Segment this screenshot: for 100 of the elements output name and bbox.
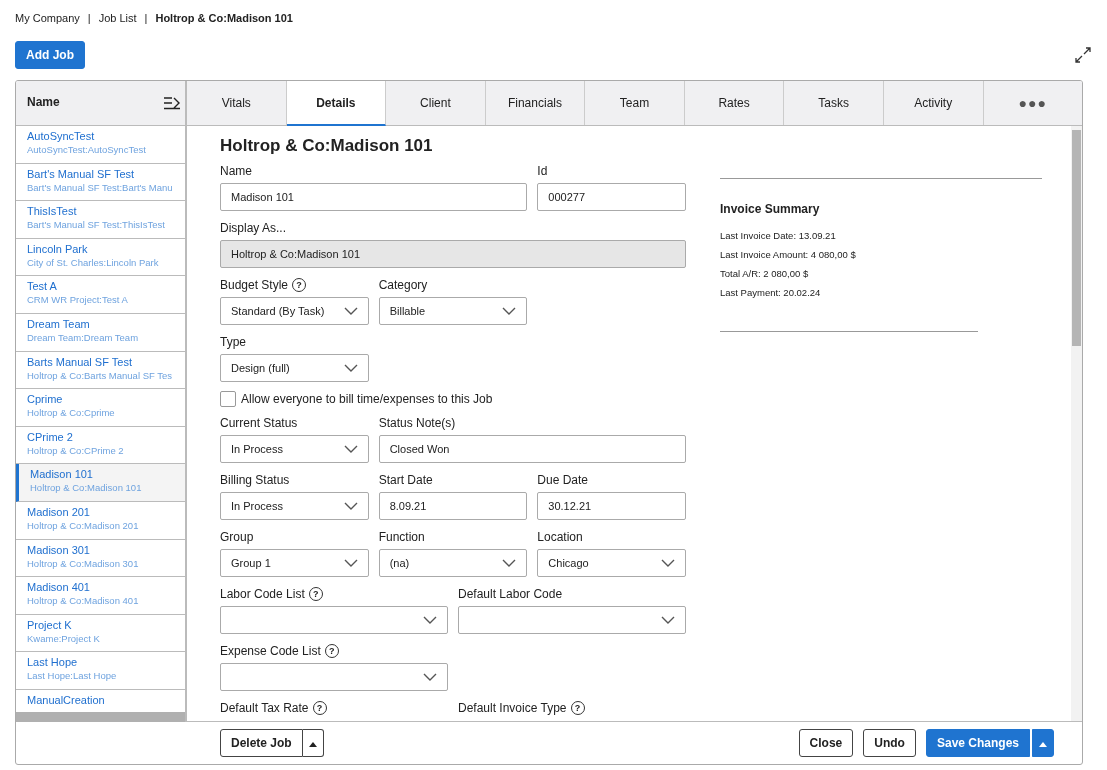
tab[interactable]: Activity <box>883 81 984 125</box>
tab[interactable]: Client <box>386 81 486 125</box>
chevron-down-icon <box>661 559 675 567</box>
summary-line: Last Invoice Amount: 4 080,00 $ <box>720 249 857 262</box>
chevron-down-icon <box>343 445 358 453</box>
dropdown[interactable]: In Process <box>220 492 369 520</box>
readonly-field: Holtrop & Co:Madison 101 <box>220 240 686 268</box>
field-label: Default Tax Rate <box>220 700 309 715</box>
field-label: Location <box>537 529 583 544</box>
job-path: Holtrop & Co:Cprime <box>27 407 116 419</box>
field-label: Current Status <box>220 415 298 430</box>
collapse-icon[interactable] <box>163 96 181 110</box>
dropdown[interactable]: Design (full) <box>220 354 369 382</box>
breadcrumb-item[interactable]: My Company <box>15 12 80 24</box>
job-path: Holtrop & Co:CPrime 2 <box>27 444 125 456</box>
job-name: Dream Team <box>27 317 91 330</box>
job-path: Kwame:Project K <box>27 632 101 644</box>
add-job-button[interactable]: Add Job <box>15 41 85 69</box>
chevron-down-icon <box>661 616 675 624</box>
job-name: Barts Manual SF Test <box>27 355 133 368</box>
tab[interactable]: Financials <box>485 81 586 125</box>
list-row[interactable]: ThisIsTest Bart's Manual SF Test:ThisIsTest <box>16 201 185 239</box>
job-name: AutoSyncTest <box>27 130 96 142</box>
job-path: City of St. Charles:Lincoln Park <box>27 256 160 268</box>
job-name: Lincoln Park <box>27 242 89 255</box>
field-label: Default Labor Code <box>458 586 563 601</box>
list-row[interactable]: AutoSyncTest AutoSyncTest:AutoSyncTest <box>16 126 185 164</box>
job-name: Test A <box>27 280 58 293</box>
input-field[interactable]: Madison 101 <box>220 183 528 211</box>
close-button[interactable]: Close <box>798 729 854 757</box>
job-path: Bart's Manual SF Test:Bart's Manu <box>27 181 174 193</box>
breadcrumb-separator: | <box>144 12 148 24</box>
field-label: Labor Code List <box>220 586 305 601</box>
job-name: Project K <box>27 618 73 631</box>
list-row[interactable]: Bart's Manual SF Test Bart's Manual SF Test:Bart's Manu <box>16 163 185 202</box>
input-field[interactable]: 30.12.21 <box>537 492 686 520</box>
list-row[interactable]: Project K Kwame:Project K <box>16 614 185 653</box>
list-row[interactable]: Dream Team Dream Team:Dream Team <box>16 313 185 352</box>
column-header: Name <box>27 95 60 109</box>
list-row[interactable]: Madison 401 Holtrop & Co:Madison 401 <box>16 577 185 615</box>
dropdown[interactable]: Chicago <box>537 549 686 577</box>
list-row[interactable]: Madison 201 Holtrop & Co:Madison 201 <box>16 501 185 540</box>
list-row[interactable]: Madison 301 Holtrop & Co:Madison 301 <box>16 539 185 578</box>
tab[interactable]: Details <box>286 81 387 126</box>
summary-line: Total A/R: 2 080,00 $ <box>720 268 810 281</box>
job-name: Last Hope <box>27 656 79 669</box>
tab[interactable]: Rates <box>684 81 785 125</box>
checkbox-label: Allow everyone to bill time/expenses to this Job <box>241 391 493 406</box>
list-row[interactable]: Test A CRM WR Project:Test A <box>16 276 185 314</box>
job-name: ManualCreation <box>27 693 106 706</box>
job-path: AutoSyncTest:AutoSyncTest <box>27 144 147 155</box>
field-label: Due Date <box>537 472 589 487</box>
tab[interactable]: Vitals <box>187 81 287 125</box>
checkbox[interactable] <box>220 390 236 407</box>
field-label: Status Note(s) <box>378 415 456 430</box>
job-path: Bart's Manual SF Test:ThisIsTest <box>27 219 166 231</box>
undo-button[interactable]: Undo <box>863 729 916 757</box>
list-row[interactable]: Madison 101 Holtrop & Co:Madison 101 <box>16 464 185 502</box>
scrollbar[interactable] <box>16 712 185 722</box>
tab[interactable]: Team <box>585 81 685 125</box>
job-name: Bart's Manual SF Test <box>27 167 136 180</box>
summary-line: Last Invoice Date: 13.09.21 <box>720 230 837 243</box>
breadcrumb-item[interactable]: Job List <box>98 12 137 24</box>
job-name: ThisIsTest <box>27 205 78 218</box>
form-title: Holtrop & Co:Madison 101 <box>220 136 434 157</box>
dropdown[interactable]: Billable <box>378 297 528 325</box>
expand-icon[interactable] <box>1075 47 1091 63</box>
dropdown[interactable] <box>220 606 448 634</box>
dropdown[interactable]: Standard (By Task) <box>220 297 369 325</box>
list-row[interactable]: Last Hope Last Hope:Last Hope <box>16 652 185 690</box>
dropdown[interactable]: In Process <box>220 435 369 463</box>
list-row[interactable]: Cprime Holtrop & Co:Cprime <box>16 389 185 427</box>
list-row[interactable]: Lincoln Park City of St. Charles:Lincoln Park <box>16 238 185 277</box>
job-name: Madison 401 <box>27 581 91 594</box>
input-field[interactable]: 8.09.21 <box>378 492 528 520</box>
chevron-down-icon <box>343 307 358 315</box>
scrollbar-thumb[interactable] <box>1072 130 1081 346</box>
job-path: CRM WR Project:Test A <box>27 294 129 306</box>
dropdown[interactable] <box>458 606 686 634</box>
tab[interactable]: ●●● <box>983 81 1082 125</box>
input-field[interactable]: Closed Won <box>378 435 686 463</box>
job-name: Madison 101 <box>30 468 94 481</box>
field-label: Display As... <box>220 220 287 235</box>
list-row[interactable]: Barts Manual SF Test Holtrop & Co:Barts Manual SF Tes <box>16 351 185 390</box>
job-path: Holtrop & Co:Barts Manual SF Tes <box>27 369 174 381</box>
field-label: Expense Code List <box>220 643 321 658</box>
dropdown[interactable]: Group 1 <box>220 549 369 577</box>
field-label: Billing Status <box>220 472 290 487</box>
dropdown-toggle[interactable] <box>302 729 324 757</box>
job-path: Dream Team:Dream Team <box>27 331 140 343</box>
dropdown-toggle[interactable] <box>1032 729 1054 757</box>
dropdown[interactable] <box>220 663 448 691</box>
breadcrumb-separator: | <box>87 12 91 24</box>
tab[interactable]: Tasks <box>784 81 884 125</box>
input-field[interactable]: 000277 <box>537 183 686 211</box>
save-changes-button[interactable]: Save Changes <box>925 729 1030 757</box>
dropdown[interactable]: (na) <box>378 549 528 577</box>
job-path: Holtrop & Co:Madison 401 <box>27 595 140 607</box>
delete-job-button[interactable]: Delete Job <box>220 729 303 757</box>
field-label: Group <box>220 529 254 544</box>
